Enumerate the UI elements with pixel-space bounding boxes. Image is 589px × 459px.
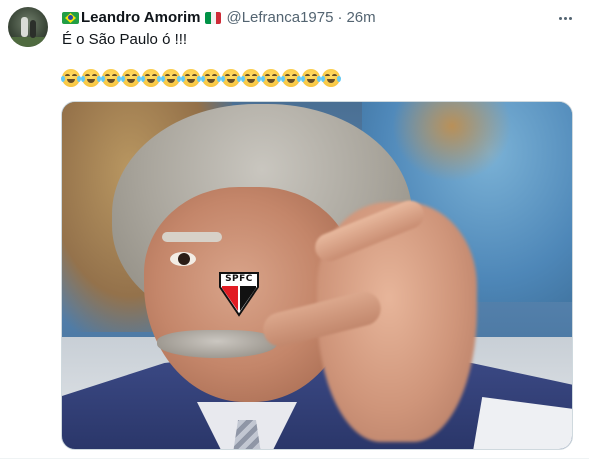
face-with-tears-of-joy-icon	[181, 69, 201, 87]
face-with-tears-of-joy-icon	[321, 69, 341, 87]
face-with-tears-of-joy-icon	[121, 69, 141, 87]
brazil-flag-icon	[62, 12, 79, 24]
italy-flag-icon	[205, 12, 222, 24]
avatar-figure	[21, 17, 28, 37]
face-with-tears-of-joy-icon	[141, 69, 161, 87]
tweet-media-image[interactable]: SPFC	[61, 101, 573, 450]
author-name[interactable]: Leandro Amorim	[81, 8, 200, 28]
author-handle[interactable]: @Lefranca1975	[226, 8, 333, 28]
tweet[interactable]: Leandro Amorim @Lefranca1975 · 26m É o S…	[0, 0, 589, 459]
face-with-tears-of-joy-icon	[221, 69, 241, 87]
face-with-tears-of-joy-icon	[201, 69, 221, 87]
face-with-tears-of-joy-icon	[281, 69, 301, 87]
face-with-tears-of-joy-icon	[101, 69, 121, 87]
face-with-tears-of-joy-icon	[61, 69, 81, 87]
tweet-text: É o São Paulo ó !!!	[62, 31, 188, 48]
avatar-figure	[30, 20, 36, 38]
face-with-tears-of-joy-icon	[241, 69, 261, 87]
avatar-ground	[8, 37, 48, 47]
face-with-tears-of-joy-icon	[301, 69, 321, 87]
spfc-shield-icon: SPFC	[218, 271, 260, 317]
separator-dot: ·	[337, 9, 343, 26]
face-with-tears-of-joy-icon	[81, 69, 101, 87]
shield-text: SPFC	[225, 274, 253, 284]
face-with-tears-of-joy-icon	[161, 69, 181, 87]
face-with-tears-of-joy-icon	[261, 69, 281, 87]
timestamp[interactable]: 26m	[346, 8, 375, 28]
emoji-line	[61, 69, 341, 87]
avatar[interactable]	[8, 7, 48, 47]
more-options-icon[interactable]	[555, 9, 575, 27]
tweet-header: Leandro Amorim @Lefranca1975 · 26m	[62, 8, 376, 28]
